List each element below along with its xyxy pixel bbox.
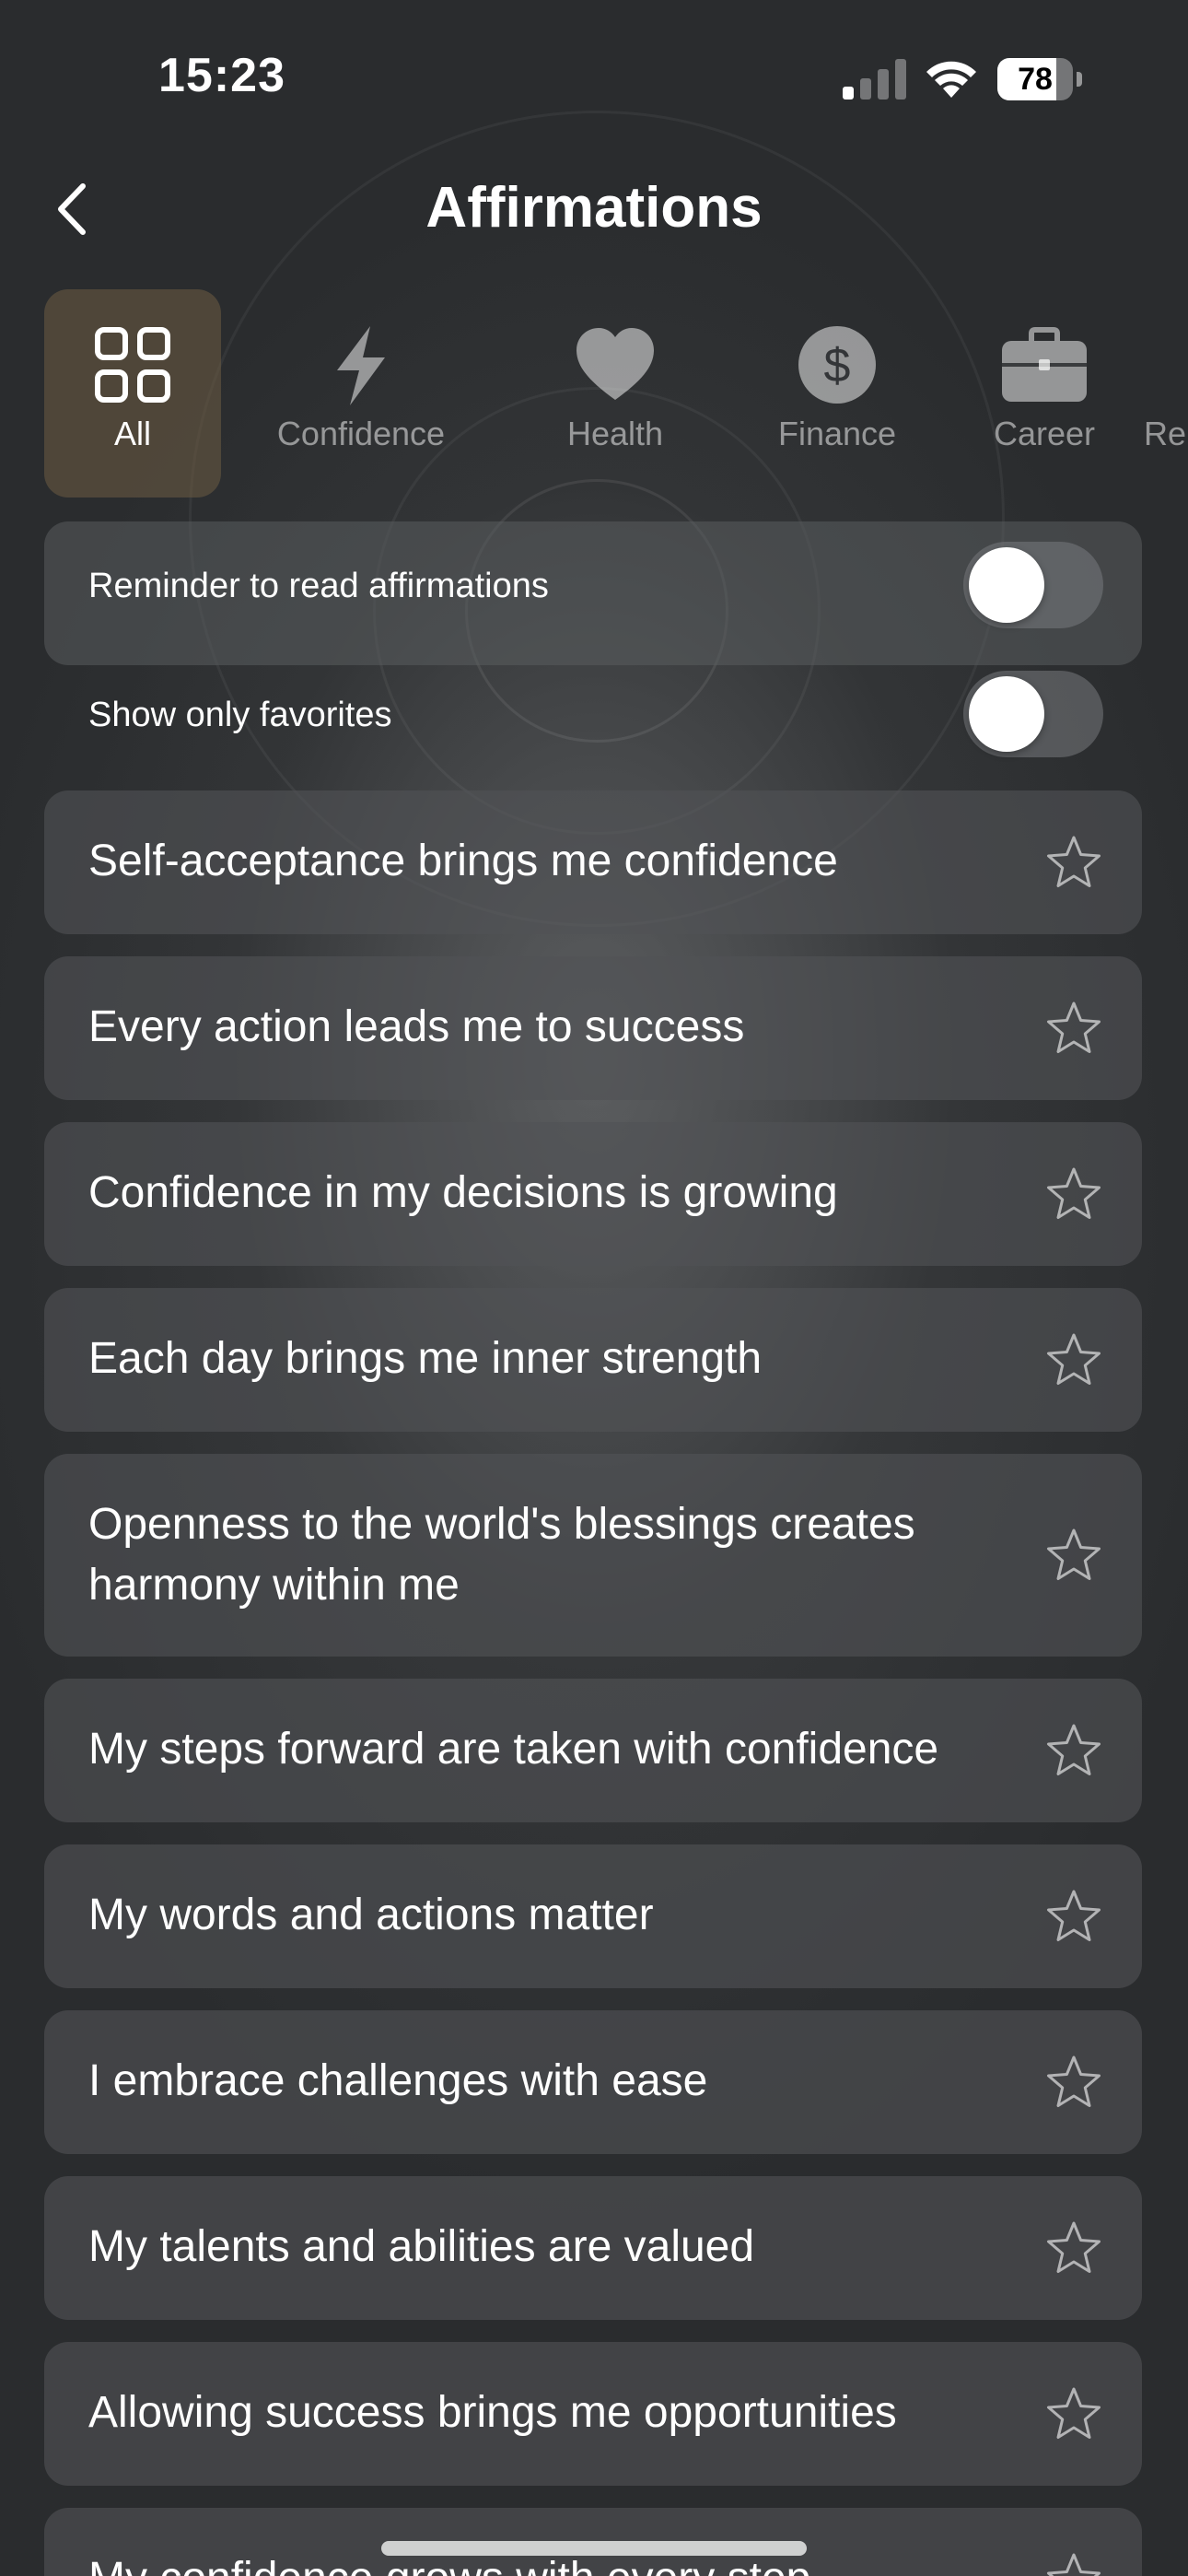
affirmation-text: My words and actions matter xyxy=(88,1891,654,1939)
status-bar: 15:23 78 xyxy=(0,0,1188,157)
star-icon[interactable] xyxy=(1044,2550,1103,2576)
affirmation-card[interactable]: Openness to the world's blessings create… xyxy=(44,1454,1142,1657)
battery-level: 78 xyxy=(1018,62,1053,97)
grid-icon xyxy=(95,327,170,403)
star-icon[interactable] xyxy=(1044,2053,1103,2112)
briefcase-icon xyxy=(1002,327,1087,402)
star-icon[interactable] xyxy=(1044,1526,1103,1585)
affirmation-text: I embrace challenges with ease xyxy=(88,2056,708,2105)
affirmation-list: Self-acceptance brings me confidence Ever… xyxy=(44,790,1142,2576)
tab-finance[interactable]: $ Finance xyxy=(735,289,939,498)
affirmation-card[interactable]: Confidence in my decisions is growing xyxy=(44,1122,1142,1266)
affirmation-text: My steps forward are taken with confiden… xyxy=(88,1725,939,1774)
star-icon[interactable] xyxy=(1044,999,1103,1058)
star-icon[interactable] xyxy=(1044,1165,1103,1224)
affirmation-text: Openness to the world's blessings create… xyxy=(88,1500,915,1610)
battery-indicator: 78 xyxy=(997,58,1082,100)
affirmation-text: Confidence in my decisions is growing xyxy=(88,1168,838,1217)
status-time: 15:23 xyxy=(158,49,285,102)
tab-label: Rel xyxy=(1144,415,1188,452)
favorites-toggle[interactable] xyxy=(963,671,1103,757)
reminder-label: Reminder to read affirmations xyxy=(88,567,549,605)
tab-confidence[interactable]: Confidence xyxy=(252,289,470,498)
screen: 15:23 78 Affirmations All Confidence Hea… xyxy=(0,0,1188,2576)
category-tabs: All Confidence Health $ Finance Career R… xyxy=(44,289,1188,498)
favorites-label: Show only favorites xyxy=(88,696,392,734)
affirmation-text: Allowing success brings me opportunities xyxy=(88,2388,897,2437)
affirmation-card[interactable]: My talents and abilities are valued xyxy=(44,2176,1142,2320)
tab-label: Confidence xyxy=(276,415,446,452)
affirmation-text: Self-acceptance brings me confidence xyxy=(88,837,838,885)
star-icon[interactable] xyxy=(1044,1887,1103,1946)
toggle-knob xyxy=(969,547,1044,623)
affirmation-text: Each day brings me inner strength xyxy=(88,1334,763,1383)
svg-text:$: $ xyxy=(824,339,851,392)
page-title: Affirmations xyxy=(425,176,763,240)
affirmation-text: Every action leads me to success xyxy=(88,1002,745,1051)
star-icon[interactable] xyxy=(1044,2219,1103,2277)
wifi-icon xyxy=(926,61,976,98)
tab-career[interactable]: Career xyxy=(960,289,1129,498)
cellular-signal-icon xyxy=(843,59,906,100)
home-indicator xyxy=(381,2541,807,2556)
tab-label: Finance xyxy=(777,415,897,452)
battery-body: 78 xyxy=(997,58,1073,100)
lightning-icon xyxy=(337,326,385,405)
heart-icon xyxy=(577,328,654,400)
affirmation-card[interactable]: Allowing success brings me opportunities xyxy=(44,2342,1142,2486)
affirmation-card[interactable]: Self-acceptance brings me confidence xyxy=(44,790,1142,934)
star-icon[interactable] xyxy=(1044,2384,1103,2443)
star-icon[interactable] xyxy=(1044,1330,1103,1389)
tab-label: Career xyxy=(993,415,1096,452)
star-icon[interactable] xyxy=(1044,833,1103,892)
tab-all[interactable]: All xyxy=(44,289,221,498)
tab-label: Health xyxy=(566,415,664,452)
tab-health[interactable]: Health xyxy=(521,289,709,498)
affirmation-card[interactable]: Each day brings me inner strength xyxy=(44,1288,1142,1432)
star-icon[interactable] xyxy=(1044,1721,1103,1780)
dollar-icon: $ xyxy=(798,326,876,404)
affirmation-text: My talents and abilities are valued xyxy=(88,2222,755,2271)
affirmation-card[interactable]: My steps forward are taken with confiden… xyxy=(44,1679,1142,1822)
reminder-setting: Reminder to read affirmations xyxy=(44,521,1142,665)
affirmation-card[interactable]: I embrace challenges with ease xyxy=(44,2010,1142,2154)
toggle-knob xyxy=(969,676,1044,752)
battery-tip xyxy=(1077,72,1082,87)
favorites-setting: Show only favorites xyxy=(44,650,1142,779)
affirmation-card[interactable]: My words and actions matter xyxy=(44,1844,1142,1988)
affirmation-card[interactable]: Every action leads me to success xyxy=(44,956,1142,1100)
tab-label: All xyxy=(113,415,151,452)
reminder-toggle[interactable] xyxy=(963,542,1103,628)
tab-relationships[interactable]: Rel xyxy=(1129,289,1188,498)
